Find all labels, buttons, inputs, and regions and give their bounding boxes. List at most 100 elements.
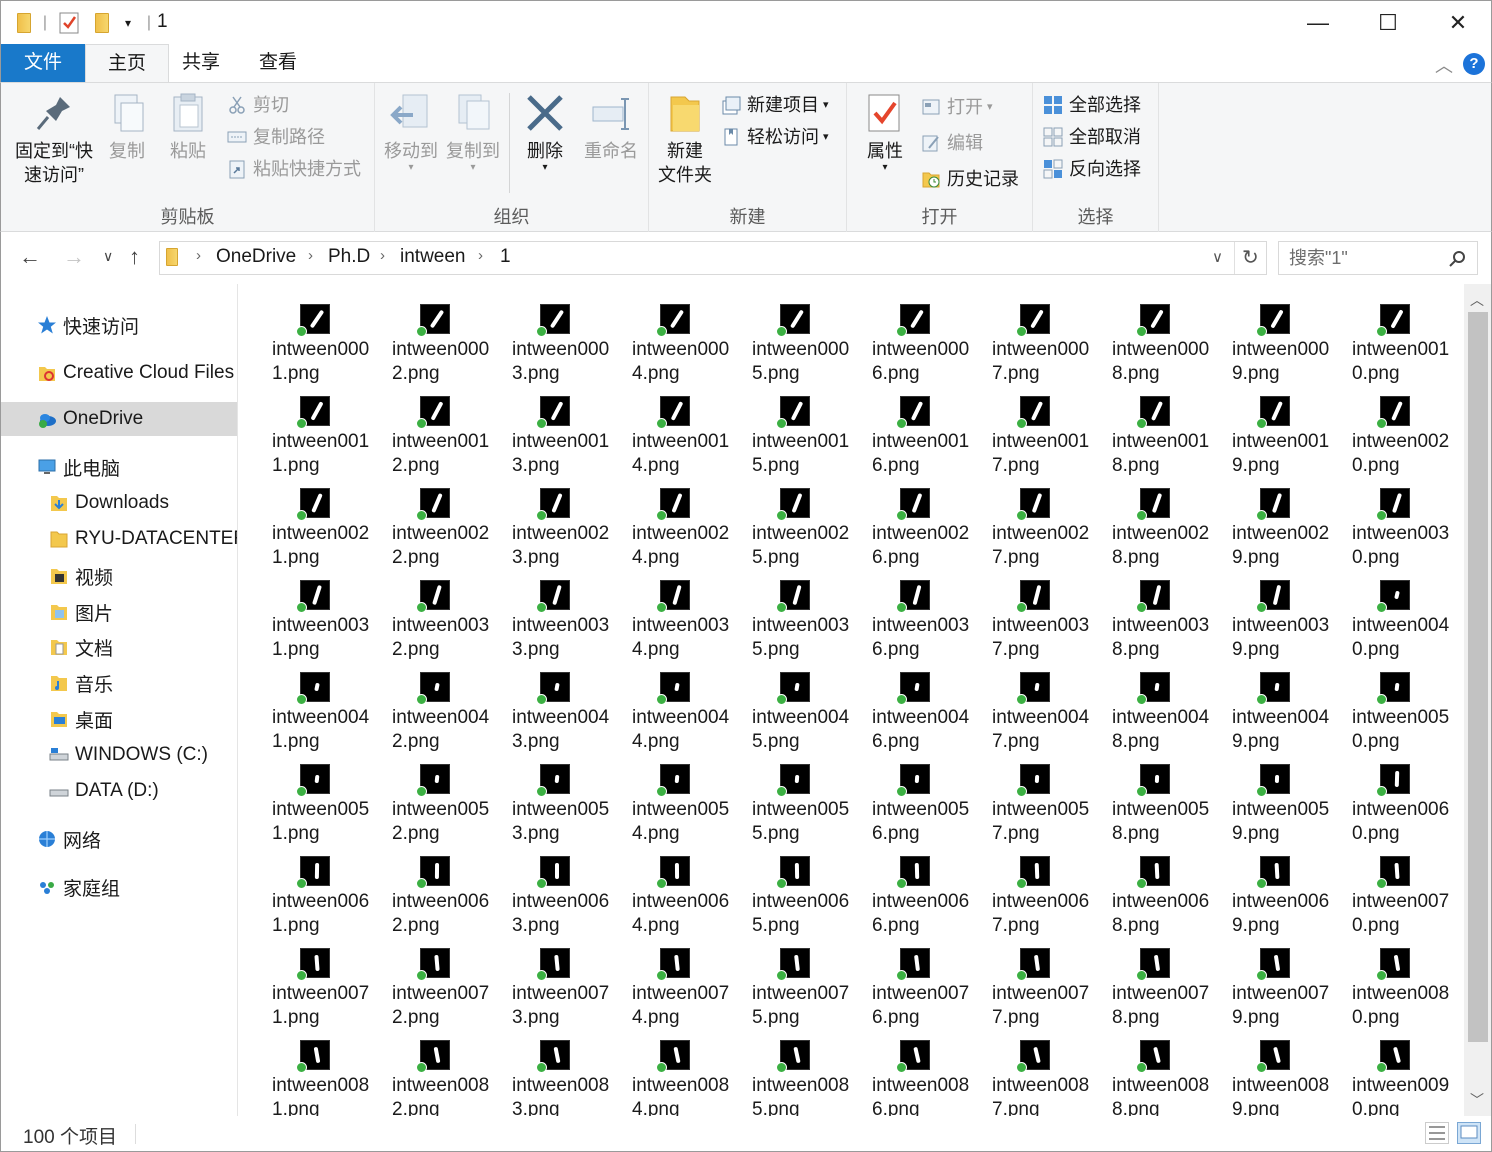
file-item[interactable]: intween0002.png: [358, 294, 489, 386]
tab-share[interactable]: 共享: [169, 44, 233, 82]
paste-shortcut-button[interactable]: 粘贴快捷方式: [227, 155, 361, 183]
history-button[interactable]: 历史记录: [921, 165, 1019, 193]
properties-quick-access-icon[interactable]: [57, 11, 81, 35]
new-folder-quick-access-icon[interactable]: [93, 11, 111, 35]
file-item[interactable]: intween0062.png: [358, 846, 489, 938]
details-view-icon[interactable]: [1425, 1122, 1449, 1144]
nav-item-onedrive[interactable]: OneDrive: [1, 402, 237, 436]
recent-locations-chevron-icon[interactable]: ∨: [103, 248, 113, 265]
select-none-button[interactable]: 全部取消: [1043, 123, 1141, 151]
breadcrumb-separator-icon[interactable]: ›: [308, 247, 313, 264]
file-item[interactable]: intween0009.png: [1198, 294, 1329, 386]
file-item[interactable]: intween0041.png: [238, 662, 369, 754]
file-item[interactable]: intween0072.png: [358, 938, 489, 1030]
copy-button[interactable]: 复制: [101, 91, 153, 163]
invert-selection-button[interactable]: 反向选择: [1043, 155, 1141, 183]
file-item[interactable]: intween0005.png: [718, 294, 849, 386]
nav-item-videos-folder[interactable]: 视频: [1, 559, 237, 593]
file-item[interactable]: intween0007.png: [958, 294, 1089, 386]
pin-to-quick-access-button[interactable]: 固定到“快 速访问”: [9, 91, 99, 187]
file-item[interactable]: intween0048.png: [1078, 662, 1209, 754]
file-item[interactable]: intween0020.png: [1318, 386, 1449, 478]
file-item[interactable]: intween0003.png: [478, 294, 609, 386]
file-item[interactable]: intween0058.png: [1078, 754, 1209, 846]
file-item[interactable]: intween0086.png: [838, 1030, 969, 1116]
copy-to-button[interactable]: 复制到 ▾: [443, 91, 503, 173]
nav-item-folder[interactable]: RYU-DATACENTEF: [1, 522, 237, 556]
file-item[interactable]: intween0089.png: [1198, 1030, 1329, 1116]
tab-view[interactable]: 查看: [241, 44, 315, 82]
file-item[interactable]: intween0078.png: [1078, 938, 1209, 1030]
file-item[interactable]: intween0082.png: [358, 1030, 489, 1116]
file-item[interactable]: intween0044.png: [598, 662, 729, 754]
file-item[interactable]: intween0060.png: [1318, 754, 1449, 846]
file-item[interactable]: intween0001.png: [238, 294, 369, 386]
up-arrow-icon[interactable]: ↑: [129, 244, 140, 270]
file-item[interactable]: intween0055.png: [718, 754, 849, 846]
edit-button[interactable]: 编辑: [921, 129, 983, 157]
nav-item-music-folder[interactable]: 音乐: [1, 666, 237, 700]
breadcrumb-onedrive[interactable]: OneDrive: [216, 246, 296, 268]
breadcrumb-intween[interactable]: intween: [400, 246, 466, 268]
file-item[interactable]: intween0085.png: [718, 1030, 849, 1116]
address-history-chevron-icon[interactable]: ∨: [1212, 248, 1223, 266]
file-item[interactable]: intween0065.png: [718, 846, 849, 938]
large-icons-view-icon[interactable]: [1457, 1122, 1481, 1144]
delete-button[interactable]: 删除 ▾: [521, 91, 569, 173]
file-item[interactable]: intween0011.png: [238, 386, 369, 478]
forward-arrow-icon[interactable]: →: [63, 244, 85, 270]
file-item[interactable]: intween0046.png: [838, 662, 969, 754]
select-all-button[interactable]: 全部选择: [1043, 91, 1141, 119]
file-item[interactable]: intween0032.png: [358, 570, 489, 662]
collapse-ribbon-icon[interactable]: ︿: [1435, 52, 1453, 78]
file-item[interactable]: intween0021.png: [238, 478, 369, 570]
file-item[interactable]: intween0036.png: [838, 570, 969, 662]
nav-item-computer[interactable]: 此电脑: [1, 450, 237, 484]
file-item[interactable]: intween0069.png: [1198, 846, 1329, 938]
file-item[interactable]: intween0018.png: [1078, 386, 1209, 478]
file-item[interactable]: intween0056.png: [838, 754, 969, 846]
help-icon[interactable]: ?: [1463, 53, 1485, 75]
file-item[interactable]: intween0037.png: [958, 570, 1089, 662]
nav-item-star[interactable]: 快速访问: [1, 308, 237, 342]
refresh-icon[interactable]: ↻: [1242, 245, 1259, 270]
new-folder-button[interactable]: 新建 文件夹: [653, 91, 717, 187]
breadcrumb-phd[interactable]: Ph.D: [328, 246, 370, 268]
breadcrumb-separator-icon[interactable]: ›: [380, 247, 385, 264]
file-item[interactable]: intween0052.png: [358, 754, 489, 846]
nav-item-homegroup[interactable]: 家庭组: [1, 870, 237, 904]
file-item[interactable]: intween0016.png: [838, 386, 969, 478]
file-item[interactable]: intween0010.png: [1318, 294, 1449, 386]
nav-item-documents-folder[interactable]: 文档: [1, 630, 237, 664]
nav-item-downloads-folder[interactable]: Downloads: [1, 486, 237, 520]
file-item[interactable]: intween0059.png: [1198, 754, 1329, 846]
tab-home[interactable]: 主页: [85, 44, 169, 83]
minimize-button[interactable]: —: [1283, 1, 1353, 45]
search-input[interactable]: 搜索"1": [1278, 241, 1478, 275]
file-item[interactable]: intween0040.png: [1318, 570, 1449, 662]
file-item[interactable]: intween0026.png: [838, 478, 969, 570]
nav-item-network[interactable]: 网络: [1, 822, 237, 856]
scrollbar-thumb[interactable]: [1468, 312, 1488, 1042]
file-item[interactable]: intween0075.png: [718, 938, 849, 1030]
back-arrow-icon[interactable]: ←: [19, 244, 41, 270]
tab-file[interactable]: 文件: [1, 44, 85, 82]
move-to-button[interactable]: 移动到 ▾: [381, 91, 441, 173]
properties-button[interactable]: 属性 ▾: [857, 91, 913, 173]
file-item[interactable]: intween0017.png: [958, 386, 1089, 478]
file-item[interactable]: intween0004.png: [598, 294, 729, 386]
file-item[interactable]: intween0043.png: [478, 662, 609, 754]
file-item[interactable]: intween0034.png: [598, 570, 729, 662]
cut-button[interactable]: 剪切: [227, 91, 289, 119]
file-item[interactable]: intween0066.png: [838, 846, 969, 938]
file-item[interactable]: intween0071.png: [238, 938, 369, 1030]
address-bar[interactable]: › OneDrive › Ph.D › intween › 1 ∨ ↻: [159, 241, 1267, 275]
file-item[interactable]: intween0087.png: [958, 1030, 1089, 1116]
file-item[interactable]: intween0079.png: [1198, 938, 1329, 1030]
customize-quick-access-icon[interactable]: ▾: [119, 11, 137, 35]
file-item[interactable]: intween0084.png: [598, 1030, 729, 1116]
file-item[interactable]: intween0035.png: [718, 570, 849, 662]
scroll-down-icon[interactable]: ﹀: [1470, 1090, 1484, 1110]
file-item[interactable]: intween0027.png: [958, 478, 1089, 570]
search-icon[interactable]: [1449, 242, 1467, 274]
